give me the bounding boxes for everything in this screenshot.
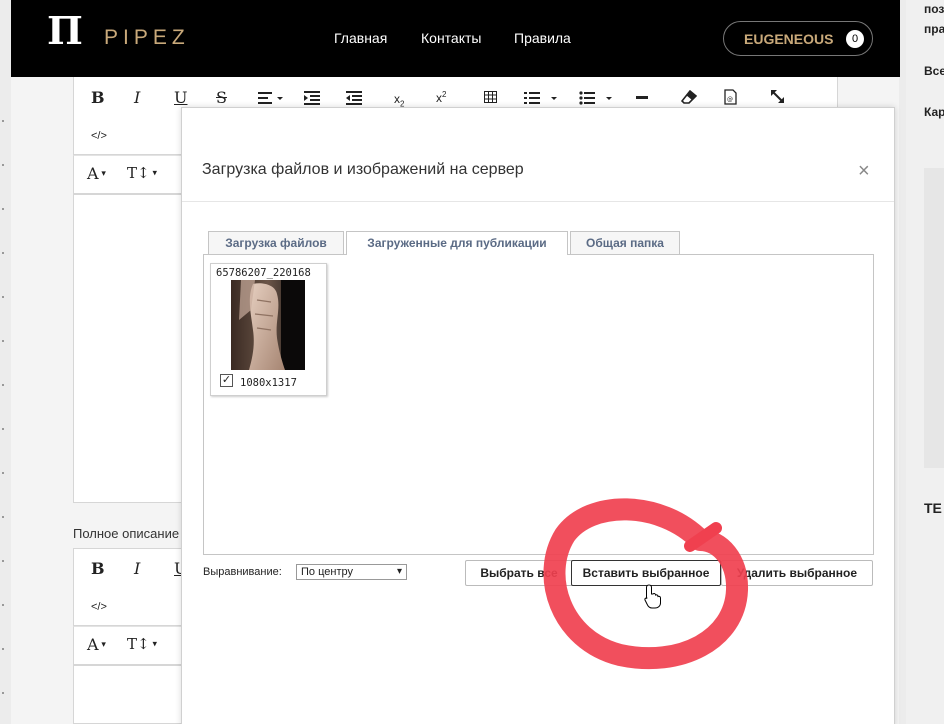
indent-icon[interactable] (346, 91, 362, 105)
file-select-checkbox[interactable]: ✓ (220, 374, 233, 387)
logo-text[interactable]: PIPEZ (104, 26, 190, 50)
close-icon[interactable]: × (858, 160, 870, 183)
alignment-select-value: По центру (301, 566, 353, 578)
editor2-bold-icon[interactable]: B (91, 561, 105, 577)
tab-uploaded-for-publication[interactable]: Загруженные для публикации (346, 231, 568, 255)
notification-count-badge: 0 (846, 30, 864, 48)
nav-rules[interactable]: Правила (514, 30, 571, 46)
right-sidebar: поз пра Все Кар TE (906, 0, 944, 724)
svg-text:@: @ (727, 96, 733, 103)
tab-shared-folder[interactable]: Общая папка (570, 231, 680, 254)
logo-mark[interactable]: П (47, 12, 83, 50)
left-edge-dots (0, 80, 6, 720)
editor2-font-size-icon[interactable]: T↕ ▾ (127, 637, 157, 652)
user-name: EUGENEOUS (744, 31, 834, 47)
file-thumbnail-card[interactable]: 65786207_220168 ✓ 1080x1317 (210, 263, 327, 396)
select-all-button[interactable]: Выбрать все (465, 560, 573, 586)
right-banner (924, 168, 944, 468)
right-text-1: поз (924, 2, 944, 16)
user-menu-button[interactable]: EUGENEOUS 0 (723, 21, 873, 56)
numbered-list-icon[interactable] (524, 91, 562, 105)
chevron-down-icon: ▾ (396, 566, 402, 577)
table-icon[interactable] (484, 91, 497, 103)
file-list-panel: 65786207_220168 ✓ 1080x1317 (203, 254, 874, 555)
editor2-code-view-icon[interactable]: </> (91, 602, 107, 613)
right-text-3: Все (924, 64, 944, 78)
nav-contacts[interactable]: Контакты (421, 30, 481, 46)
underline-icon[interactable]: U (174, 90, 187, 106)
delete-selected-button[interactable]: Удалить выбранное (721, 560, 873, 586)
upload-dialog: Загрузка файлов и изображений на сервер … (181, 107, 895, 724)
editor2-font-color-icon[interactable]: A ▾ (87, 637, 106, 653)
font-size-icon[interactable]: T↕ ▾ (127, 166, 157, 181)
right-text-2: пра (924, 22, 944, 36)
editor2-content-area[interactable] (73, 665, 183, 724)
bullet-list-icon[interactable] (579, 91, 617, 105)
align-icon[interactable] (258, 91, 286, 105)
italic-icon[interactable]: I (134, 90, 140, 106)
insert-selected-button[interactable]: Вставить выбранное (571, 560, 721, 586)
file-dimensions: 1080x1317 (240, 377, 297, 389)
alignment-label: Выравнивание: (203, 566, 282, 578)
code-view-icon[interactable]: </> (91, 131, 107, 142)
tab-upload-files[interactable]: Загрузка файлов (208, 231, 344, 254)
strikethrough-icon[interactable]: S (216, 90, 227, 106)
outdent-icon[interactable] (304, 91, 320, 105)
source-file-icon[interactable]: @ (724, 89, 737, 105)
nav-home[interactable]: Главная (334, 30, 387, 46)
font-color-icon[interactable]: A ▾ (87, 166, 106, 182)
fullscreen-icon[interactable] (771, 90, 784, 103)
file-thumbnail-image[interactable] (231, 280, 305, 370)
full-description-label: Полное описание (73, 526, 180, 541)
right-text-4: Кар (924, 105, 944, 119)
dialog-title: Загрузка файлов и изображений на сервер (202, 161, 524, 178)
dialog-divider (182, 201, 894, 202)
superscript-icon[interactable]: x2 (436, 91, 446, 105)
horizontal-rule-icon[interactable] (636, 96, 648, 100)
alignment-select[interactable]: По центру ▾ (296, 564, 407, 580)
site-header: П PIPEZ Главная Контакты Правила EUGENEO… (11, 0, 900, 77)
editor-content-area[interactable] (73, 194, 183, 503)
eraser-icon[interactable] (681, 90, 697, 104)
bold-icon[interactable]: B (91, 90, 105, 106)
file-name: 65786207_220168 (216, 267, 311, 279)
right-text-5: TE (924, 500, 942, 516)
editor2-italic-icon[interactable]: I (134, 561, 140, 577)
